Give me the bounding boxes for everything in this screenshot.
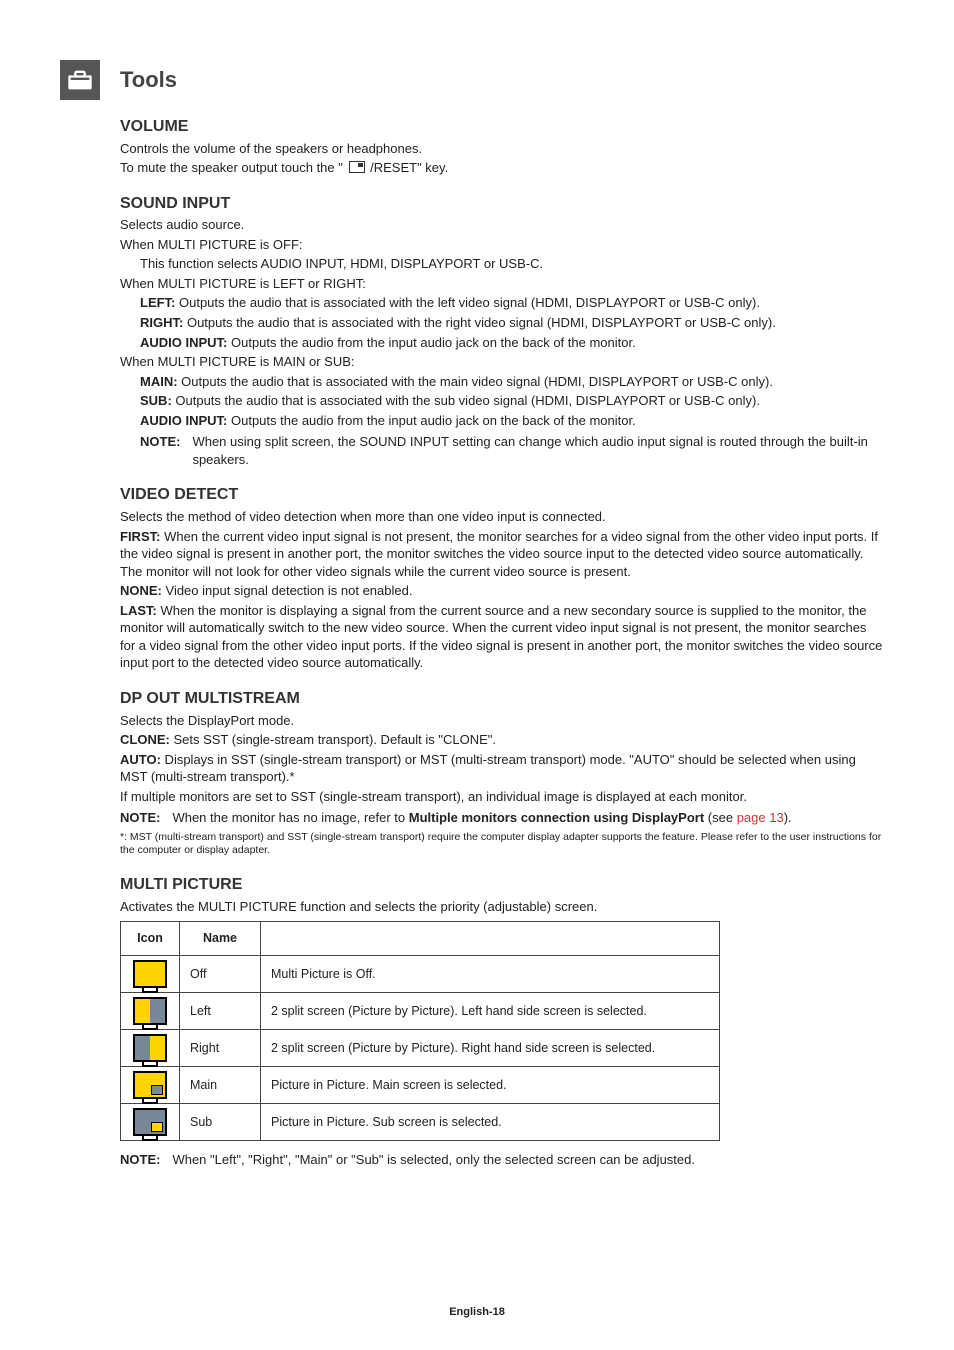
dp-note-bold: Multiple monitors connection using Displ… [409, 810, 704, 825]
volume-desc-2: To mute the speaker output touch the " /… [120, 159, 884, 177]
si-audioin-label-2: AUDIO INPUT: [140, 413, 227, 428]
dp-note-c: ). [784, 810, 792, 825]
volume-mute-text-b: /RESET" key. [370, 160, 448, 175]
si-right: RIGHT: Outputs the audio that is associa… [140, 314, 884, 332]
si-main-text: Outputs the audio that is associated wit… [178, 374, 773, 389]
vd-first-text: When the current video input signal is n… [120, 529, 878, 579]
table-row: Main Picture in Picture. Main screen is … [121, 1067, 720, 1104]
vd-none-label: NONE: [120, 583, 162, 598]
si-lr-intro: When MULTI PICTURE is LEFT or RIGHT: [120, 275, 884, 293]
si-left-label: LEFT: [140, 295, 175, 310]
table-row: Right 2 split screen (Picture by Picture… [121, 1030, 720, 1067]
mp-icon-left [121, 993, 180, 1030]
mp-desc-off: Multi Picture is Off. [261, 956, 720, 993]
si-audioin-2: AUDIO INPUT: Outputs the audio from the … [140, 412, 884, 430]
dp-clone-label: CLONE: [120, 732, 170, 747]
volume-heading: VOLUME [120, 116, 884, 138]
table-row: Sub Picture in Picture. Sub screen is se… [121, 1104, 720, 1141]
si-off-text: This function selects AUDIO INPUT, HDMI,… [140, 255, 884, 273]
si-sub-label: SUB: [140, 393, 172, 408]
sound-input-desc: Selects audio source. [120, 216, 884, 234]
table-header-row: Icon Name [121, 922, 720, 956]
th-icon: Icon [121, 922, 180, 956]
mp-name-right: Right [180, 1030, 261, 1067]
dp-out-heading: DP OUT MULTISTREAM [120, 688, 884, 710]
si-audioin-1: AUDIO INPUT: Outputs the audio from the … [140, 334, 884, 352]
th-name: Name [180, 922, 261, 956]
dp-clone: CLONE: Sets SST (single-stream transport… [120, 731, 884, 749]
dp-auto-label: AUTO: [120, 752, 161, 767]
mp-note: NOTE: When "Left", "Right", "Main" or "S… [120, 1151, 884, 1169]
mute-key-icon [349, 161, 365, 173]
mp-name-off: Off [180, 956, 261, 993]
si-right-text: Outputs the audio that is associated wit… [183, 315, 775, 330]
vd-last-text: When the monitor is displaying a signal … [120, 603, 882, 671]
mp-name-left: Left [180, 993, 261, 1030]
si-right-label: RIGHT: [140, 315, 183, 330]
page-number: English-18 [0, 1305, 954, 1320]
dp-note-b: (see [704, 810, 737, 825]
mp-name-main: Main [180, 1067, 261, 1104]
tools-header: Tools [60, 60, 894, 100]
dp-note-a: When the monitor has no image, refer to [172, 810, 408, 825]
sound-input-heading: SOUND INPUT [120, 193, 884, 215]
table-row: Left 2 split screen (Picture by Picture)… [121, 993, 720, 1030]
vd-desc: Selects the method of video detection wh… [120, 508, 884, 526]
vd-first-label: FIRST: [120, 529, 160, 544]
table-row: Off Multi Picture is Off. [121, 956, 720, 993]
volume-mute-text-a: To mute the speaker output touch the " [120, 160, 343, 175]
tools-heading: Tools [120, 65, 177, 95]
multi-picture-heading: MULTI PICTURE [120, 874, 884, 896]
si-audioin-text-2: Outputs the audio from the input audio j… [227, 413, 635, 428]
mp-icon-sub [121, 1104, 180, 1141]
si-left-text: Outputs the audio that is associated wit… [175, 295, 760, 310]
si-note-label: NOTE: [140, 433, 180, 468]
mp-desc: Activates the MULTI PICTURE function and… [120, 898, 884, 916]
page: Tools VOLUME Controls the volume of the … [0, 0, 954, 1350]
vd-last-label: LAST: [120, 603, 157, 618]
si-audioin-label-1: AUDIO INPUT: [140, 335, 227, 350]
vd-none: NONE: Video input signal detection is no… [120, 582, 884, 600]
si-audioin-text-1: Outputs the audio from the input audio j… [227, 335, 635, 350]
toolbox-icon [60, 60, 100, 100]
si-sub-text: Outputs the audio that is associated wit… [172, 393, 760, 408]
si-main: MAIN: Outputs the audio that is associat… [140, 373, 884, 391]
si-note: NOTE: When using split screen, the SOUND… [140, 433, 884, 468]
volume-desc-1: Controls the volume of the speakers or h… [120, 140, 884, 158]
dp-auto: AUTO: Displays in SST (single-stream tra… [120, 751, 884, 786]
dp-note: NOTE: When the monitor has no image, ref… [120, 809, 884, 827]
mp-name-sub: Sub [180, 1104, 261, 1141]
vd-none-text: Video input signal detection is not enab… [162, 583, 413, 598]
vd-first: FIRST: When the current video input sign… [120, 528, 884, 581]
dp-auto-text: Displays in SST (single-stream transport… [120, 752, 856, 785]
si-main-label: MAIN: [140, 374, 178, 389]
si-left: LEFT: Outputs the audio that is associat… [140, 294, 884, 312]
content: VOLUME Controls the volume of the speake… [120, 116, 884, 1169]
si-ms-intro: When MULTI PICTURE is MAIN or SUB: [120, 353, 884, 371]
dp-note-text: When the monitor has no image, refer to … [172, 809, 884, 827]
dp-sst: If multiple monitors are set to SST (sin… [120, 788, 884, 806]
mp-icon-off [121, 956, 180, 993]
si-note-text: When using split screen, the SOUND INPUT… [192, 433, 884, 468]
mp-icon-main [121, 1067, 180, 1104]
mp-desc-main: Picture in Picture. Main screen is selec… [261, 1067, 720, 1104]
si-sub: SUB: Outputs the audio that is associate… [140, 392, 884, 410]
mp-desc-left: 2 split screen (Picture by Picture). Lef… [261, 993, 720, 1030]
mp-desc-sub: Picture in Picture. Sub screen is select… [261, 1104, 720, 1141]
dp-note-label: NOTE: [120, 809, 160, 827]
dp-note-link[interactable]: page 13 [737, 810, 784, 825]
video-detect-heading: VIDEO DETECT [120, 484, 884, 506]
vd-last: LAST: When the monitor is displaying a s… [120, 602, 884, 672]
mp-desc-right: 2 split screen (Picture by Picture). Rig… [261, 1030, 720, 1067]
si-off-intro: When MULTI PICTURE is OFF: [120, 236, 884, 254]
multi-picture-table: Icon Name Off Multi Picture is Off. Left… [120, 921, 720, 1141]
mp-note-label: NOTE: [120, 1151, 160, 1169]
dp-desc: Selects the DisplayPort mode. [120, 712, 884, 730]
mp-icon-right [121, 1030, 180, 1067]
th-desc [261, 922, 720, 956]
dp-footnote: *: MST (multi-stream transport) and SST … [120, 831, 884, 858]
mp-note-text: When "Left", "Right", "Main" or "Sub" is… [172, 1151, 884, 1169]
dp-clone-text: Sets SST (single-stream transport). Defa… [170, 732, 496, 747]
